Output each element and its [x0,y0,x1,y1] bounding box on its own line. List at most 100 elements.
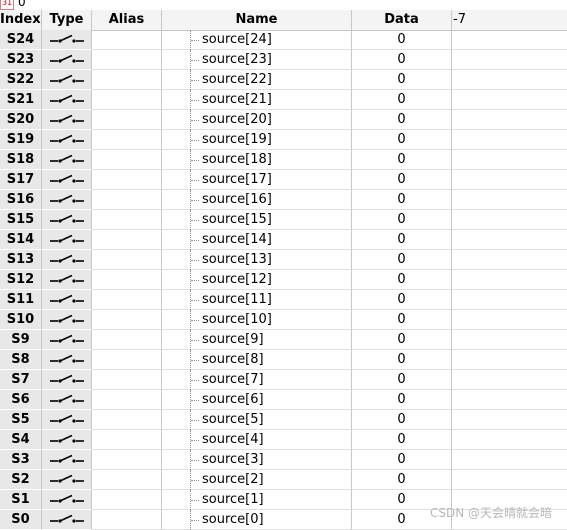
row-data[interactable]: 0 [352,250,452,270]
table-row[interactable]: S15 source[15] 0 [0,210,567,230]
table-row[interactable]: S7 source[7] 0 [0,370,567,390]
row-waveform [452,330,567,350]
row-index: S22 [0,70,42,90]
row-name-cell: source[3] [162,450,352,470]
row-waveform [452,110,567,130]
table-row[interactable]: S14 source[14] 0 [0,230,567,250]
column-header-data[interactable]: Data [352,10,452,30]
row-type [42,170,92,190]
row-data[interactable]: 0 [352,370,452,390]
row-alias [92,230,162,250]
row-name-cell: source[1] [162,490,352,510]
column-header-name[interactable]: Name [162,10,352,30]
tree-connector [190,270,201,290]
row-data[interactable]: 0 [352,410,452,430]
row-type [42,290,92,310]
table-row[interactable]: S19 source[19] 0 [0,130,567,150]
tree-connector [190,370,201,390]
table-row[interactable]: S2 source[2] 0 [0,470,567,490]
table-row[interactable]: S16 source[16] 0 [0,190,567,210]
table-row[interactable]: S13 source[13] 0 [0,250,567,270]
row-data[interactable]: 0 [352,290,452,310]
table-row[interactable]: S3 source[3] 0 [0,450,567,470]
row-data[interactable]: 0 [352,150,452,170]
switch-icon [50,494,84,503]
row-data[interactable]: 0 [352,330,452,350]
row-data[interactable]: 0 [352,170,452,190]
table-row[interactable]: S4 source[4] 0 [0,430,567,450]
row-alias [92,390,162,410]
row-alias [92,130,162,150]
table-row[interactable]: S11 source[11] 0 [0,290,567,310]
row-data[interactable]: 0 [352,50,452,70]
row-name-cell: source[0] [162,510,352,530]
switch-icon [50,34,84,43]
table-row[interactable]: S20 source[20] 0 [0,110,567,130]
table-row[interactable]: S5 source[5] 0 [0,410,567,430]
column-header-alias[interactable]: Alias [92,10,162,30]
row-data[interactable]: 0 [352,110,452,130]
row-data[interactable]: 0 [352,470,452,490]
row-name: source[7] [202,372,264,387]
row-name: source[8] [202,352,264,367]
row-data[interactable]: 0 [352,130,452,150]
row-data[interactable]: 0 [352,310,452,330]
row-index: S9 [0,330,42,350]
row-waveform [452,70,567,90]
table-row[interactable]: S24 source[24] 0 [0,30,567,50]
row-alias [92,70,162,90]
row-data[interactable]: 0 [352,430,452,450]
row-type [42,50,92,70]
row-alias [92,350,162,370]
table-row[interactable]: S18 source[18] 0 [0,150,567,170]
top-value: 0 [18,0,26,9]
row-name-cell: source[15] [162,210,352,230]
row-name: source[18] [202,152,272,167]
row-waveform [452,270,567,290]
row-waveform [452,230,567,250]
table-row[interactable]: S6 source[6] 0 [0,390,567,410]
row-data[interactable]: 0 [352,350,452,370]
row-waveform [452,130,567,150]
row-data[interactable]: 0 [352,450,452,470]
row-index: S6 [0,390,42,410]
source-probe-table: Index Type Alias Name Data -7 S24 source[… [0,10,567,530]
row-alias [92,210,162,230]
row-data[interactable]: 0 [352,90,452,110]
row-data[interactable]: 0 [352,70,452,90]
table-row[interactable]: S21 source[21] 0 [0,90,567,110]
row-name-cell: source[16] [162,190,352,210]
row-waveform [452,430,567,450]
row-name-cell: source[6] [162,390,352,410]
table-row[interactable]: S23 source[23] 0 [0,50,567,70]
table-row[interactable]: S12 source[12] 0 [0,270,567,290]
column-header-type[interactable]: Type [42,10,92,30]
row-data[interactable]: 0 [352,270,452,290]
column-header-index[interactable]: Index [0,10,42,30]
row-name-cell: source[9] [162,330,352,350]
row-index: S3 [0,450,42,470]
column-header-waveform[interactable]: -7 [452,10,567,30]
row-index: S21 [0,90,42,110]
switch-icon [50,394,84,403]
row-data[interactable]: 0 [352,390,452,410]
table-row[interactable]: S17 source[17] 0 [0,170,567,190]
tree-connector [190,310,201,330]
table-row[interactable]: S8 source[8] 0 [0,350,567,370]
row-data[interactable]: 0 [352,190,452,210]
row-data[interactable]: 0 [352,230,452,250]
row-type [42,210,92,230]
row-name: source[24] [202,32,272,47]
row-data[interactable]: 0 [352,210,452,230]
row-type [42,110,92,130]
row-type [42,370,92,390]
row-name: source[23] [202,52,272,67]
row-data[interactable]: 0 [352,30,452,50]
tree-connector [190,350,201,370]
row-waveform [452,90,567,110]
table-row[interactable]: S10 source[10] 0 [0,310,567,330]
switch-icon [50,194,84,203]
switch-icon [50,174,84,183]
table-row[interactable]: S9 source[9] 0 [0,330,567,350]
table-row[interactable]: S22 source[22] 0 [0,70,567,90]
